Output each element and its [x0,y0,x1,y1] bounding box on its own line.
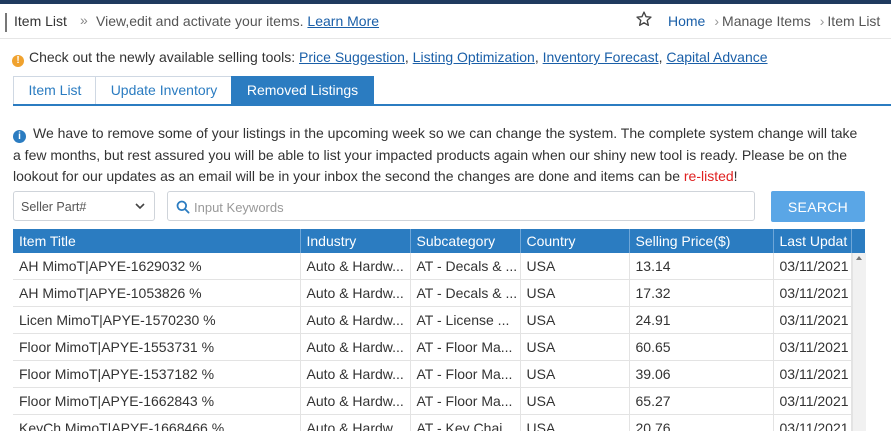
cell-country: USA [520,306,630,334]
tab-item-list[interactable]: Item List [13,76,97,104]
tab-removed-listings[interactable]: Removed Listings [231,76,374,104]
cell-selling-price: 17.32 [629,279,774,307]
removed-listings-table: Item Title Industry Subcategory Country … [13,229,852,431]
keyword-search-box[interactable] [167,191,755,221]
search-icon [176,200,190,214]
table-row[interactable]: AH MimoT|APYE-1053826 % Auto & Hardw... … [13,279,852,307]
column-header-country[interactable]: Country [520,229,630,253]
info-highlight: re-listed [683,168,734,184]
cell-selling-price: 65.27 [629,387,774,415]
cell-subcategory: AT - Decals & ... [410,279,521,307]
cell-item-title: Floor MimoT|APYE-1553731 % [13,333,301,361]
breadcrumb: Home › Manage Items › Item List [668,13,880,29]
page-header: Item List » View,edit and activate your … [0,4,891,39]
cell-last-updated: 03/11/2021 [773,414,852,431]
cell-subcategory: AT - Key Chai... [410,414,521,431]
chevron-right-icon: › [819,13,825,29]
cell-subcategory: AT - Floor Ma... [410,387,521,415]
tab-update-inventory[interactable]: Update Inventory [95,76,233,104]
table-row[interactable]: AH MimoT|APYE-1629032 % Auto & Hardw... … [13,253,852,280]
cell-subcategory: AT - Floor Ma... [410,360,521,388]
star-icon[interactable] [635,10,653,28]
notice-text: Check out the newly available selling to… [29,49,300,65]
keyword-input[interactable] [192,196,746,218]
capital-advance-link[interactable]: Capital Advance [666,49,767,65]
chevron-right-icon: › [714,13,720,29]
table-row[interactable]: Floor MimoT|APYE-1662843 % Auto & Hardw.… [13,387,852,415]
breadcrumb-manage-items[interactable]: Manage Items [722,13,811,29]
cell-industry: Auto & Hardw... [300,414,411,431]
cell-selling-price: 24.91 [629,306,774,334]
cell-item-title: Floor MimoT|APYE-1662843 % [13,387,301,415]
cell-last-updated: 03/11/2021 [773,253,852,280]
scroll-up-arrow-icon[interactable] [856,256,862,260]
cell-item-title: Licen MimoT|APYE-1570230 % [13,306,301,334]
cell-last-updated: 03/11/2021 [773,360,852,388]
cell-industry: Auto & Hardw... [300,306,411,334]
column-header-subcategory[interactable]: Subcategory [410,229,521,253]
cell-industry: Auto & Hardw... [300,253,411,280]
selling-tools-notice: ! Check out the newly available selling t… [12,49,768,67]
cell-country: USA [520,387,630,415]
table-row[interactable]: Floor MimoT|APYE-1553731 % Auto & Hardw.… [13,333,852,361]
cell-selling-price: 13.14 [629,253,774,280]
cell-country: USA [520,360,630,388]
cell-country: USA [520,253,630,280]
cell-industry: Auto & Hardw... [300,333,411,361]
search-field-select[interactable]: Seller Part# [13,191,155,221]
column-header-item-title[interactable]: Item Title [13,229,301,253]
select-value: Seller Part# [21,200,87,214]
cell-item-title: Floor MimoT|APYE-1537182 % [13,360,301,388]
cell-item-title: AH MimoT|APYE-1053826 % [13,279,301,307]
cell-last-updated: 03/11/2021 [773,306,852,334]
column-header-last-updated[interactable]: Last Updat [773,229,852,253]
column-header-industry[interactable]: Industry [300,229,411,253]
cell-industry: Auto & Hardw... [300,360,411,388]
table-row[interactable]: Floor MimoT|APYE-1537182 % Auto & Hardw.… [13,360,852,388]
cell-last-updated: 03/11/2021 [773,333,852,361]
table-row[interactable]: Licen MimoT|APYE-1570230 % Auto & Hardw.… [13,306,852,334]
cell-subcategory: AT - Floor Ma... [410,333,521,361]
table-header-corner [852,229,865,253]
table-scrollbar[interactable] [852,253,866,431]
cell-last-updated: 03/11/2021 [773,387,852,415]
info-message: i We have to remove some of your listings… [13,123,863,188]
listing-optimization-link[interactable]: Listing Optimization [413,49,535,65]
cell-subcategory: AT - License ... [410,306,521,334]
page-description-text: View,edit and activate your items. [96,13,304,29]
header-separator: » [80,12,88,28]
cell-selling-price: 20.76 [629,414,774,431]
cell-country: USA [520,279,630,307]
cell-subcategory: AT - Decals & ... [410,253,521,280]
info-icon: i [13,130,26,143]
header-divider [5,13,7,32]
search-button[interactable]: SEARCH [771,191,865,222]
notice-icon: ! [12,55,24,67]
cell-country: USA [520,333,630,361]
breadcrumb-home[interactable]: Home [668,13,705,29]
cell-industry: Auto & Hardw... [300,387,411,415]
table-header-row: Item Title Industry Subcategory Country … [13,229,852,253]
chevron-down-icon [135,203,145,210]
table-row[interactable]: KeyCh MimoT|APYE-1668466 % Auto & Hardw.… [13,414,852,431]
cell-item-title: AH MimoT|APYE-1629032 % [13,253,301,280]
learn-more-link[interactable]: Learn More [307,13,379,29]
page-description: View,edit and activate your items. Learn… [96,13,379,29]
cell-industry: Auto & Hardw... [300,279,411,307]
cell-item-title: KeyCh MimoT|APYE-1668466 % [13,414,301,431]
cell-last-updated: 03/11/2021 [773,279,852,307]
cell-selling-price: 39.06 [629,360,774,388]
price-suggestion-link[interactable]: Price Suggestion [299,49,405,65]
cell-country: USA [520,414,630,431]
tab-bar: Item List Update Inventory Removed Listi… [13,76,891,106]
cell-selling-price: 60.65 [629,333,774,361]
breadcrumb-current: Item List [827,13,881,29]
inventory-forecast-link[interactable]: Inventory Forecast [543,49,659,65]
info-end: ! [733,168,738,184]
page-title: Item List [14,13,67,29]
column-header-selling-price[interactable]: Selling Price($) [629,229,774,253]
